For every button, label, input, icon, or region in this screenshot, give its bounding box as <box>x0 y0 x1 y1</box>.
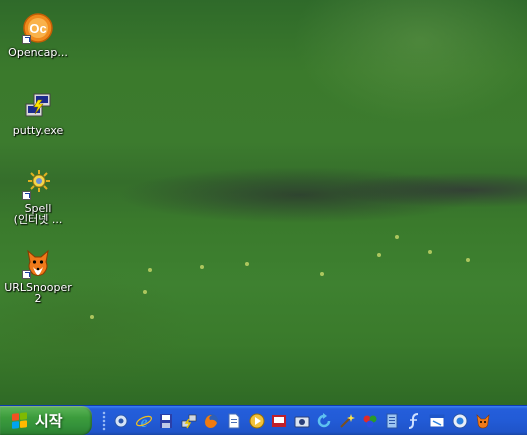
script-icon[interactable] <box>406 412 424 430</box>
putty-icon <box>22 90 54 122</box>
spell-icon <box>22 168 54 200</box>
camera-icon[interactable] <box>293 412 311 430</box>
opencapture-icon: Oc <box>22 12 54 44</box>
messenger-icon[interactable] <box>451 412 469 430</box>
network-icon[interactable] <box>180 412 198 430</box>
wallpaper-flower <box>90 315 94 319</box>
desktop-wallpaper[interactable] <box>0 0 527 405</box>
wallpaper-flower <box>148 268 152 272</box>
desktop-icon-label: Opencap... <box>8 46 68 59</box>
wallpaper-flower <box>143 290 147 294</box>
presentation-icon[interactable] <box>270 412 288 430</box>
wallpaper-flower <box>200 265 204 269</box>
taskbar: 시작 e <box>0 405 527 435</box>
wallpaper-flower <box>395 235 399 239</box>
desktop-icon-putty[interactable]: putty.exe <box>0 90 76 136</box>
urlsnooper-icon <box>22 247 54 279</box>
desktop-icon-spell[interactable]: Spell (인터넷 ... <box>0 168 76 225</box>
notepad-icon[interactable] <box>383 412 401 430</box>
quick-launch-bar: e <box>102 411 496 431</box>
desktop-icon-urlsnooper[interactable]: URLSnooper 2 <box>0 247 76 304</box>
fox-icon[interactable] <box>474 412 492 430</box>
desktop-icon-label: URLSnooper 2 <box>4 281 72 305</box>
magic-wand-icon[interactable] <box>338 412 356 430</box>
desktop-icon-label: Spell (인터넷 ... <box>13 202 63 226</box>
refresh-icon[interactable] <box>315 412 333 430</box>
toolbar-grip[interactable] <box>102 411 106 431</box>
wallpaper-flower <box>320 272 324 276</box>
settings-icon[interactable] <box>112 412 130 430</box>
wallpaper-flower <box>466 258 470 262</box>
shortcut-arrow-icon <box>22 35 31 44</box>
wallpaper-flower <box>428 250 432 254</box>
window-icon[interactable] <box>428 412 446 430</box>
wallpaper-flower <box>245 262 249 266</box>
color-balls-icon[interactable] <box>361 412 379 430</box>
svg-text:Oc: Oc <box>29 21 46 36</box>
media-player-icon[interactable] <box>248 412 266 430</box>
desktop-icon-opencapture[interactable]: Oc Opencap... <box>0 12 76 58</box>
internet-explorer-icon[interactable]: e <box>135 412 153 430</box>
windows-logo-icon <box>12 411 28 430</box>
firefox-icon[interactable] <box>202 412 220 430</box>
shortcut-arrow-icon <box>22 191 31 200</box>
desktop-screen: Oc Opencap... putty.exe Spell (인터넷 ... U… <box>0 0 527 435</box>
save-disk-icon[interactable] <box>157 412 175 430</box>
start-button[interactable]: 시작 <box>0 406 92 435</box>
document-icon[interactable] <box>225 412 243 430</box>
desktop-icon-label: putty.exe <box>12 124 64 137</box>
start-label: 시작 <box>35 412 63 430</box>
wallpaper-flower <box>377 253 381 257</box>
shortcut-arrow-icon <box>22 270 31 279</box>
